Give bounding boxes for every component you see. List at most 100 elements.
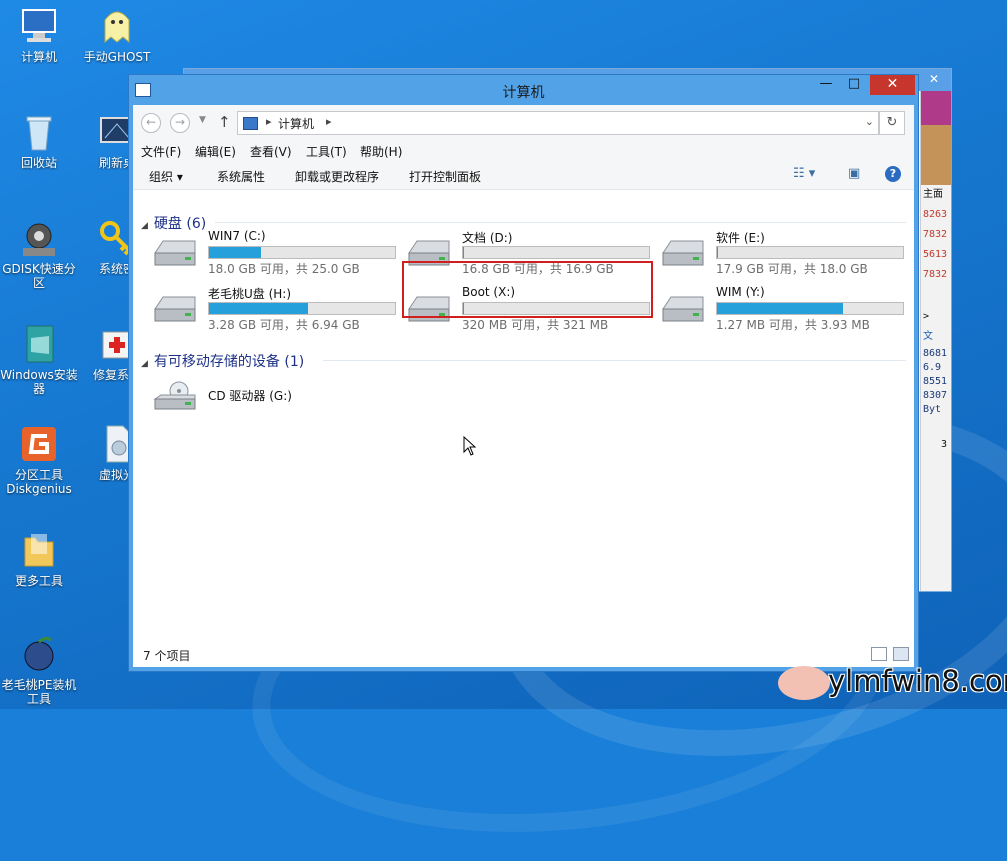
drive-name: 软件 (E:) xyxy=(716,231,765,245)
usage-bar xyxy=(208,302,396,315)
drive-name: WIN7 (C:) xyxy=(208,229,266,243)
minimize-button[interactable]: — xyxy=(813,75,839,95)
uninstall-program-button[interactable]: 卸载或更改程序 xyxy=(295,168,379,185)
title-bar[interactable]: 计算机 — □ ✕ xyxy=(129,75,918,105)
drive-item[interactable]: WIM (Y:) 1.27 MB 可用，共 3.93 MB xyxy=(651,285,904,333)
menu-help[interactable]: 帮助(H) xyxy=(360,143,402,160)
maximize-button[interactable]: □ xyxy=(841,75,867,95)
usage-bar xyxy=(208,246,396,259)
side-text[interactable]: > xyxy=(921,307,951,327)
drive-item[interactable]: 软件 (E:) 17.9 GB 可用，共 18.0 GB xyxy=(651,229,904,277)
preview-pane-icon[interactable]: ▣ xyxy=(848,166,860,181)
side-text: 7832 xyxy=(923,269,948,280)
side-text: 5613 xyxy=(923,249,948,260)
refresh-button[interactable]: ↻ xyxy=(879,111,905,135)
menu-tools[interactable]: 工具(T) xyxy=(306,143,347,160)
drive-space-info: 18.0 GB 可用，共 25.0 GB xyxy=(208,262,360,276)
drive-space-info: 17.9 GB 可用，共 18.0 GB xyxy=(716,262,868,276)
large-icons-view-icon[interactable] xyxy=(893,647,909,661)
menu-bar: 文件(F) 编辑(E) 查看(V) 工具(T) 帮助(H) xyxy=(133,139,914,161)
change-view-icon[interactable]: ☷ ▾ xyxy=(793,166,815,181)
drive-item-cd[interactable]: CD 驱动器 (G:) xyxy=(143,373,343,421)
desktop-icon-label: 更多工具 xyxy=(14,574,63,588)
usage-bar xyxy=(462,246,650,259)
forward-button[interactable]: → xyxy=(170,113,190,133)
computer-icon xyxy=(19,6,59,46)
group-header-removable[interactable]: ◢ 有可移动存储的设备 (1) xyxy=(141,351,304,371)
explorer-window: 计算机 — □ ✕ ← → ▼ ↑ ▸ 计算机 ▸ ⌄ ↻ 文件(F) 编辑(E… xyxy=(128,74,919,672)
menu-view[interactable]: 查看(V) xyxy=(250,143,292,160)
drive-name: 文档 (D:) xyxy=(462,231,513,245)
side-text: Byt xyxy=(923,404,942,415)
menu-edit[interactable]: 编辑(E) xyxy=(195,143,236,160)
breadcrumb-separator[interactable]: ▸ xyxy=(266,115,272,128)
desktop-icon-label: 计算机 xyxy=(20,50,57,64)
menu-file[interactable]: 文件(F) xyxy=(141,143,181,160)
gear-disk-icon xyxy=(19,218,59,258)
folder-icon xyxy=(19,530,59,570)
side-text: 8551 xyxy=(923,376,948,387)
installer-icon xyxy=(19,324,59,364)
mouse-cursor-icon xyxy=(463,436,477,456)
side-text: 主面 xyxy=(923,189,943,200)
drive-space-info: 320 MB 可用，共 321 MB xyxy=(462,318,609,332)
close-icon[interactable]: ✕ xyxy=(923,72,945,88)
side-spacer xyxy=(921,285,951,307)
side-text: 文 xyxy=(923,331,933,342)
usage-fill xyxy=(717,247,719,258)
address-bar[interactable]: ▸ 计算机 ▸ ⌄ xyxy=(237,111,879,135)
side-text: 8263 xyxy=(923,209,948,220)
chevron-down-icon[interactable]: ⌄ xyxy=(865,115,874,128)
organize-button[interactable]: 组织 ▾ xyxy=(149,168,183,185)
status-bar: 7 个项目 xyxy=(133,641,914,667)
watermark-logo xyxy=(778,666,830,700)
side-spacer xyxy=(921,417,951,435)
side-text: 6.9 xyxy=(923,362,942,373)
side-text: 7832 xyxy=(923,229,948,240)
usage-fill xyxy=(209,303,308,314)
side-panel-image xyxy=(921,125,951,185)
recent-locations-dropdown[interactable]: ▼ xyxy=(199,115,206,125)
drive-item[interactable]: 老毛桃U盘 (H:) 3.28 GB 可用，共 6.94 GB xyxy=(143,285,396,333)
drive-item[interactable]: WIN7 (C:) 18.0 GB 可用，共 25.0 GB xyxy=(143,229,396,277)
computer-icon xyxy=(243,117,258,130)
side-panel-image xyxy=(921,91,951,125)
desktop-icon-label: 老毛桃PE装机工具 xyxy=(1,678,77,706)
desktop-icon-diskgenius[interactable]: 分区工具Diskgenius xyxy=(0,424,78,496)
desktop-icon-ghost[interactable]: 手动GHOST xyxy=(78,6,156,64)
breadcrumb-separator[interactable]: ▸ xyxy=(326,115,332,128)
item-count: 7 个项目 xyxy=(143,649,191,663)
command-bar: 组织 ▾ 系统属性 卸载或更改程序 打开控制面板 ☷ ▾ ▣ ? xyxy=(133,161,914,190)
desktop-icon-gdisk[interactable]: GDISK快速分区 xyxy=(0,218,78,290)
hard-drive-icon xyxy=(662,296,704,322)
details-view-icon[interactable] xyxy=(871,647,887,661)
breadcrumb-computer[interactable]: 计算机 xyxy=(278,115,314,132)
drive-name: 老毛桃U盘 (H:) xyxy=(208,287,292,301)
desktop-icon-label: GDISK快速分区 xyxy=(2,262,76,290)
side-text: 8681 xyxy=(923,348,948,359)
up-button[interactable]: ↑ xyxy=(218,113,231,131)
drive-space-info: 1.27 MB 可用，共 3.93 MB xyxy=(716,318,870,332)
side-text: 8307 xyxy=(923,390,948,401)
desktop-icon-more-tools[interactable]: 更多工具 xyxy=(0,530,78,588)
group-title: 有可移动存储的设备 (1) xyxy=(153,354,305,370)
system-properties-button[interactable]: 系统属性 xyxy=(217,168,265,185)
drive-name: WIM (Y:) xyxy=(716,285,765,299)
ghost-icon xyxy=(97,6,137,46)
desktop-icon-pe-installer[interactable]: 老毛桃PE装机工具 xyxy=(0,634,78,706)
cd-drive-icon xyxy=(153,381,196,410)
group-divider xyxy=(215,222,906,223)
help-icon[interactable]: ? xyxy=(885,166,901,182)
drive-space-info: 3.28 GB 可用，共 6.94 GB xyxy=(208,318,360,332)
desktop-icon-windows-installer[interactable]: Windows安装器 xyxy=(0,324,78,396)
back-button[interactable]: ← xyxy=(141,113,161,133)
open-control-panel-button[interactable]: 打开控制面板 xyxy=(409,168,481,185)
desktop-icon-recycle-bin[interactable]: 回收站 xyxy=(0,112,78,170)
peach-icon xyxy=(19,634,59,674)
hard-drive-icon xyxy=(662,240,704,266)
window-body: ← → ▼ ↑ ▸ 计算机 ▸ ⌄ ↻ 文件(F) 编辑(E) 查看(V) 工具… xyxy=(133,105,914,667)
desktop-icon-label: 分区工具Diskgenius xyxy=(6,468,72,496)
desktop-icon-computer[interactable]: 计算机 xyxy=(0,6,78,64)
recycle-bin-icon xyxy=(19,112,59,152)
close-button[interactable]: ✕ xyxy=(870,75,915,95)
